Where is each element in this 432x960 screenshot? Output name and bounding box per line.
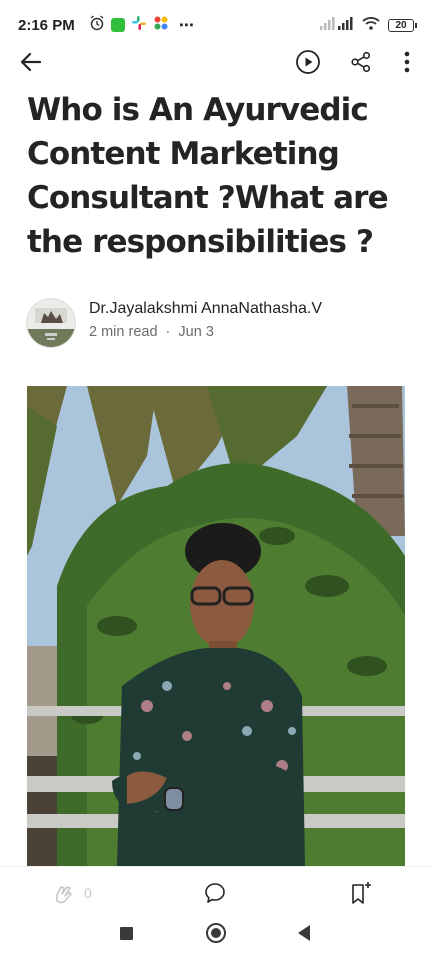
arrow-left-icon[interactable]	[17, 48, 45, 76]
app-notification-icon	[110, 18, 125, 32]
recents-button[interactable]	[120, 927, 133, 940]
back-button[interactable]	[298, 925, 310, 941]
article-title: Who is An Ayurvedic Content Marketing Co…	[27, 92, 389, 260]
author-avatar[interactable]	[26, 298, 76, 348]
bookmark-add-icon[interactable]	[349, 881, 373, 910]
more-vertical-icon[interactable]	[393, 48, 421, 76]
share-icon[interactable]	[347, 48, 375, 76]
article-meta: 2 min read · Jun 3	[89, 324, 214, 340]
play-circle-icon[interactable]	[294, 48, 322, 76]
read-time: 2 min read	[89, 324, 158, 340]
status-left: 2:16 PM ⋯	[18, 15, 195, 35]
clap-count: 0	[84, 885, 92, 901]
home-button[interactable]	[206, 923, 226, 943]
clap-icon[interactable]	[52, 883, 76, 910]
battery-icon: 20	[388, 18, 417, 32]
author-row: Dr.Jayalakshmi AnnaNathasha.V 2 min read…	[26, 298, 406, 348]
slack-icon	[131, 15, 147, 35]
system-nav-bar	[0, 912, 432, 960]
meta-separator: ·	[165, 324, 171, 340]
more-notifications-icon: ⋯	[178, 17, 195, 34]
publish-date: Jun 3	[178, 324, 214, 340]
app-grid-icon	[153, 15, 169, 35]
author-name[interactable]: Dr.Jayalakshmi AnnaNathasha.V	[89, 300, 322, 318]
status-right: 20	[320, 16, 417, 34]
signal-icon	[320, 16, 354, 34]
comment-icon[interactable]	[204, 882, 226, 909]
wifi-icon	[362, 16, 380, 34]
alarm-icon	[89, 15, 105, 35]
article-toolbar	[0, 40, 432, 82]
hero-image	[27, 386, 405, 866]
status-time: 2:16 PM	[18, 16, 75, 34]
